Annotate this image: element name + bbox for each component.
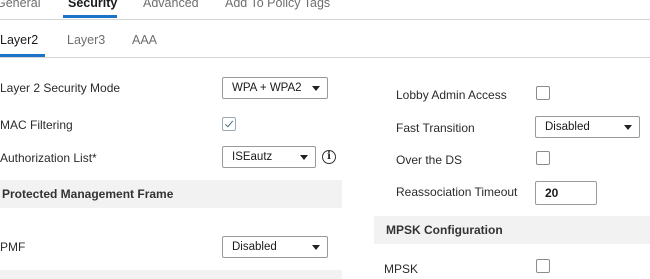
- over-the-ds-label: Over the DS: [396, 153, 463, 167]
- layer2-security-mode-label: Layer 2 Security Mode: [0, 81, 121, 95]
- mpsk-label: MPSK: [384, 262, 419, 276]
- over-the-ds-checkbox[interactable]: [536, 151, 550, 165]
- security-tab-bar: General Security Advanced Add To Policy …: [0, 0, 650, 20]
- pmf-label: PMF: [0, 240, 26, 254]
- layer2-security-mode-select[interactable]: WPA + WPA2: [222, 77, 328, 99]
- reassociation-timeout-label: Reassociation Timeout: [396, 185, 518, 199]
- tab-security[interactable]: Security: [68, 0, 117, 10]
- chevron-down-icon: [300, 155, 308, 160]
- mpsk-section-header: MPSK Configuration: [374, 216, 650, 244]
- tab-general[interactable]: General: [0, 0, 40, 10]
- tab-layer2[interactable]: Layer2: [0, 33, 38, 47]
- chevron-down-icon: [312, 245, 320, 250]
- fast-transition-label: Fast Transition: [396, 121, 475, 135]
- tab-add-to-policy-tags[interactable]: Add To Policy Tags: [225, 0, 330, 10]
- mpsk-section-title: MPSK Configuration: [386, 223, 503, 237]
- security-subtab-bar: Layer2 Layer3 AAA: [0, 20, 650, 58]
- lobby-admin-access-checkbox[interactable]: [536, 86, 550, 100]
- reassociation-timeout-value: 20: [545, 186, 559, 200]
- section-divider: [0, 270, 342, 279]
- pmf-select[interactable]: Disabled: [222, 236, 328, 258]
- pmf-value: Disabled: [232, 241, 277, 253]
- tab-aaa[interactable]: AAA: [132, 33, 157, 47]
- fast-transition-value: Disabled: [545, 121, 590, 133]
- authorization-list-select[interactable]: ISEautz: [222, 146, 316, 168]
- checkmark-icon: [224, 118, 234, 128]
- mac-filtering-label: MAC Filtering: [0, 118, 73, 132]
- tab-layer3[interactable]: Layer3: [67, 33, 105, 47]
- pmf-section-title: Protected Management Frame: [2, 187, 174, 201]
- reassociation-timeout-input[interactable]: 20: [535, 181, 597, 205]
- lobby-admin-access-label: Lobby Admin Access: [396, 88, 507, 102]
- fast-transition-select[interactable]: Disabled: [535, 116, 640, 138]
- mac-filtering-checkbox[interactable]: [222, 117, 236, 131]
- chevron-down-icon: [312, 86, 320, 91]
- layer2-security-mode-value: WPA + WPA2: [232, 82, 302, 94]
- tab-advanced[interactable]: Advanced: [143, 0, 199, 10]
- mpsk-checkbox[interactable]: [536, 259, 550, 273]
- info-icon[interactable]: i: [322, 150, 336, 164]
- chevron-down-icon: [624, 125, 632, 130]
- authorization-list-value: ISEautz: [232, 151, 273, 163]
- active-tab-indicator: [63, 15, 117, 18]
- authorization-list-label: Authorization List*: [0, 151, 97, 165]
- active-subtab-indicator: [0, 54, 45, 57]
- pmf-section-header: Protected Management Frame: [0, 180, 342, 208]
